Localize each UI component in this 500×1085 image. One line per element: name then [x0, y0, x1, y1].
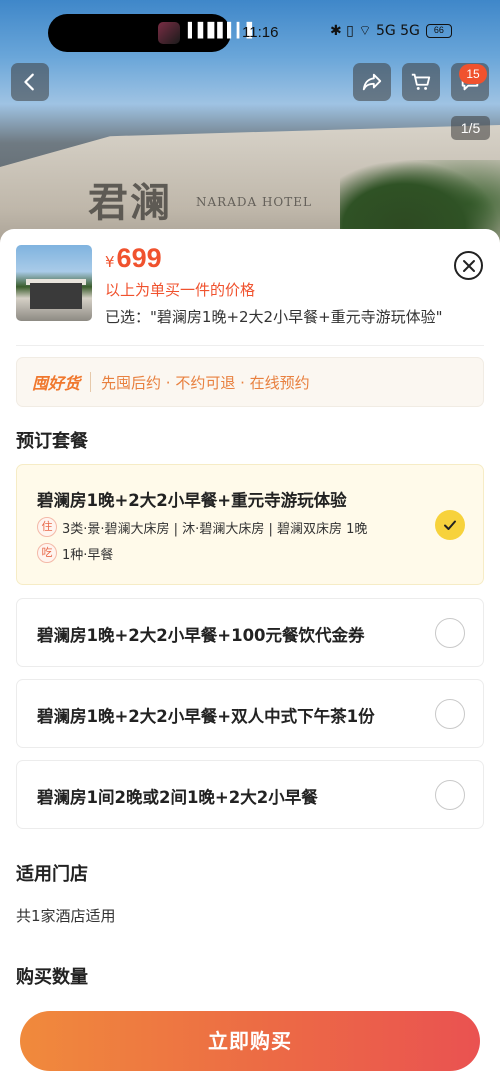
- product-thumbnail[interactable]: [16, 245, 92, 321]
- package-name: 碧澜房1晚+2大2小早餐+重元寺游玩体验: [37, 491, 347, 510]
- store-section-title: 适用门店: [16, 864, 88, 885]
- package-section-title: 预订套餐: [16, 431, 88, 452]
- cart-button[interactable]: [402, 63, 440, 101]
- buy-now-button[interactable]: 立即购买: [20, 1011, 480, 1071]
- food-tag: 吃: [37, 543, 57, 563]
- stay-tag: 住: [37, 517, 57, 537]
- package-name: 碧澜房1晚+2大2小早餐+双人中式下午茶1份: [37, 707, 375, 726]
- close-icon: [462, 259, 475, 272]
- package-radio-checked[interactable]: [435, 510, 465, 540]
- check-icon: [444, 520, 456, 530]
- back-button[interactable]: [11, 63, 49, 101]
- status-icons: ✱ ▯ ⌔ 5G 5G 66: [330, 22, 452, 40]
- divider: [16, 345, 484, 346]
- package-option[interactable]: 碧澜房1晚+2大2小早餐+双人中式下午茶1份: [16, 679, 484, 748]
- quantity-section-title: 购买数量: [16, 967, 88, 988]
- package-detail-stay: 住 3类·景·碧澜大床房 | 沐·碧澜大床房 | 碧澜双床房 1晚: [37, 517, 367, 537]
- package-radio[interactable]: [435, 699, 465, 729]
- status-icons-text: ✱ ▯ ⌔ 5G 5G: [330, 23, 420, 39]
- promo-separator: [90, 372, 92, 392]
- price: ¥ 699: [105, 243, 162, 274]
- package-radio[interactable]: [435, 780, 465, 810]
- package-detail-food: 吃 1种·早餐: [37, 543, 113, 563]
- share-icon: [362, 73, 382, 91]
- package-radio[interactable]: [435, 618, 465, 648]
- package-option[interactable]: 碧澜房1间2晚或2间1晚+2大2小早餐: [16, 760, 484, 829]
- hotel-sign-sub: NARADA HOTEL: [196, 195, 313, 209]
- store-count-text[interactable]: 共1家酒店适用: [16, 905, 116, 926]
- food-detail-text: 1种·早餐: [62, 547, 114, 563]
- promo-banner: 囤好货 先囤后约 · 不约可退 · 在线预约: [16, 357, 484, 407]
- package-option[interactable]: 碧澜房1晚+2大2小早餐+重元寺游玩体验 住 3类·景·碧澜大床房 | 沐·碧澜…: [16, 464, 484, 585]
- dynamic-island: ▍▌▋▌▍▎▌: [48, 14, 257, 52]
- cart-icon: [411, 73, 431, 90]
- promo-logo: 囤好货: [32, 374, 81, 393]
- image-page-indicator: 1/5: [451, 116, 490, 140]
- close-button[interactable]: [454, 251, 483, 280]
- price-value: 699: [116, 243, 162, 273]
- chevron-left-icon: [24, 73, 34, 91]
- currency-symbol: ¥: [105, 253, 115, 271]
- music-app-icon: [158, 22, 180, 44]
- hotel-sign: 君澜: [88, 179, 172, 226]
- promo-text: 先囤后约 · 不约可退 · 在线预约: [101, 373, 310, 392]
- battery-icon: 66: [425, 24, 452, 38]
- sku-selection-sheet: ¥ 699 以上为单买一件的价格 已选："碧澜房1晚+2大2小早餐+重元寺游玩体…: [0, 229, 500, 1085]
- selected-summary: 已选："碧澜房1晚+2大2小早餐+重元寺游玩体验": [105, 308, 443, 326]
- package-name: 碧澜房1间2晚或2间1晚+2大2小早餐: [37, 788, 318, 807]
- package-option[interactable]: 碧澜房1晚+2大2小早餐+100元餐饮代金券: [16, 598, 484, 667]
- share-button[interactable]: [353, 63, 391, 101]
- cart-badge: 15: [459, 64, 487, 84]
- stay-detail-text: 3类·景·碧澜大床房 | 沐·碧澜大床房 | 碧澜双床房 1晚: [62, 521, 368, 537]
- status-time: 11:16: [242, 24, 279, 41]
- price-note: 以上为单买一件的价格: [105, 281, 256, 299]
- package-name: 碧澜房1晚+2大2小早餐+100元餐饮代金券: [37, 626, 365, 645]
